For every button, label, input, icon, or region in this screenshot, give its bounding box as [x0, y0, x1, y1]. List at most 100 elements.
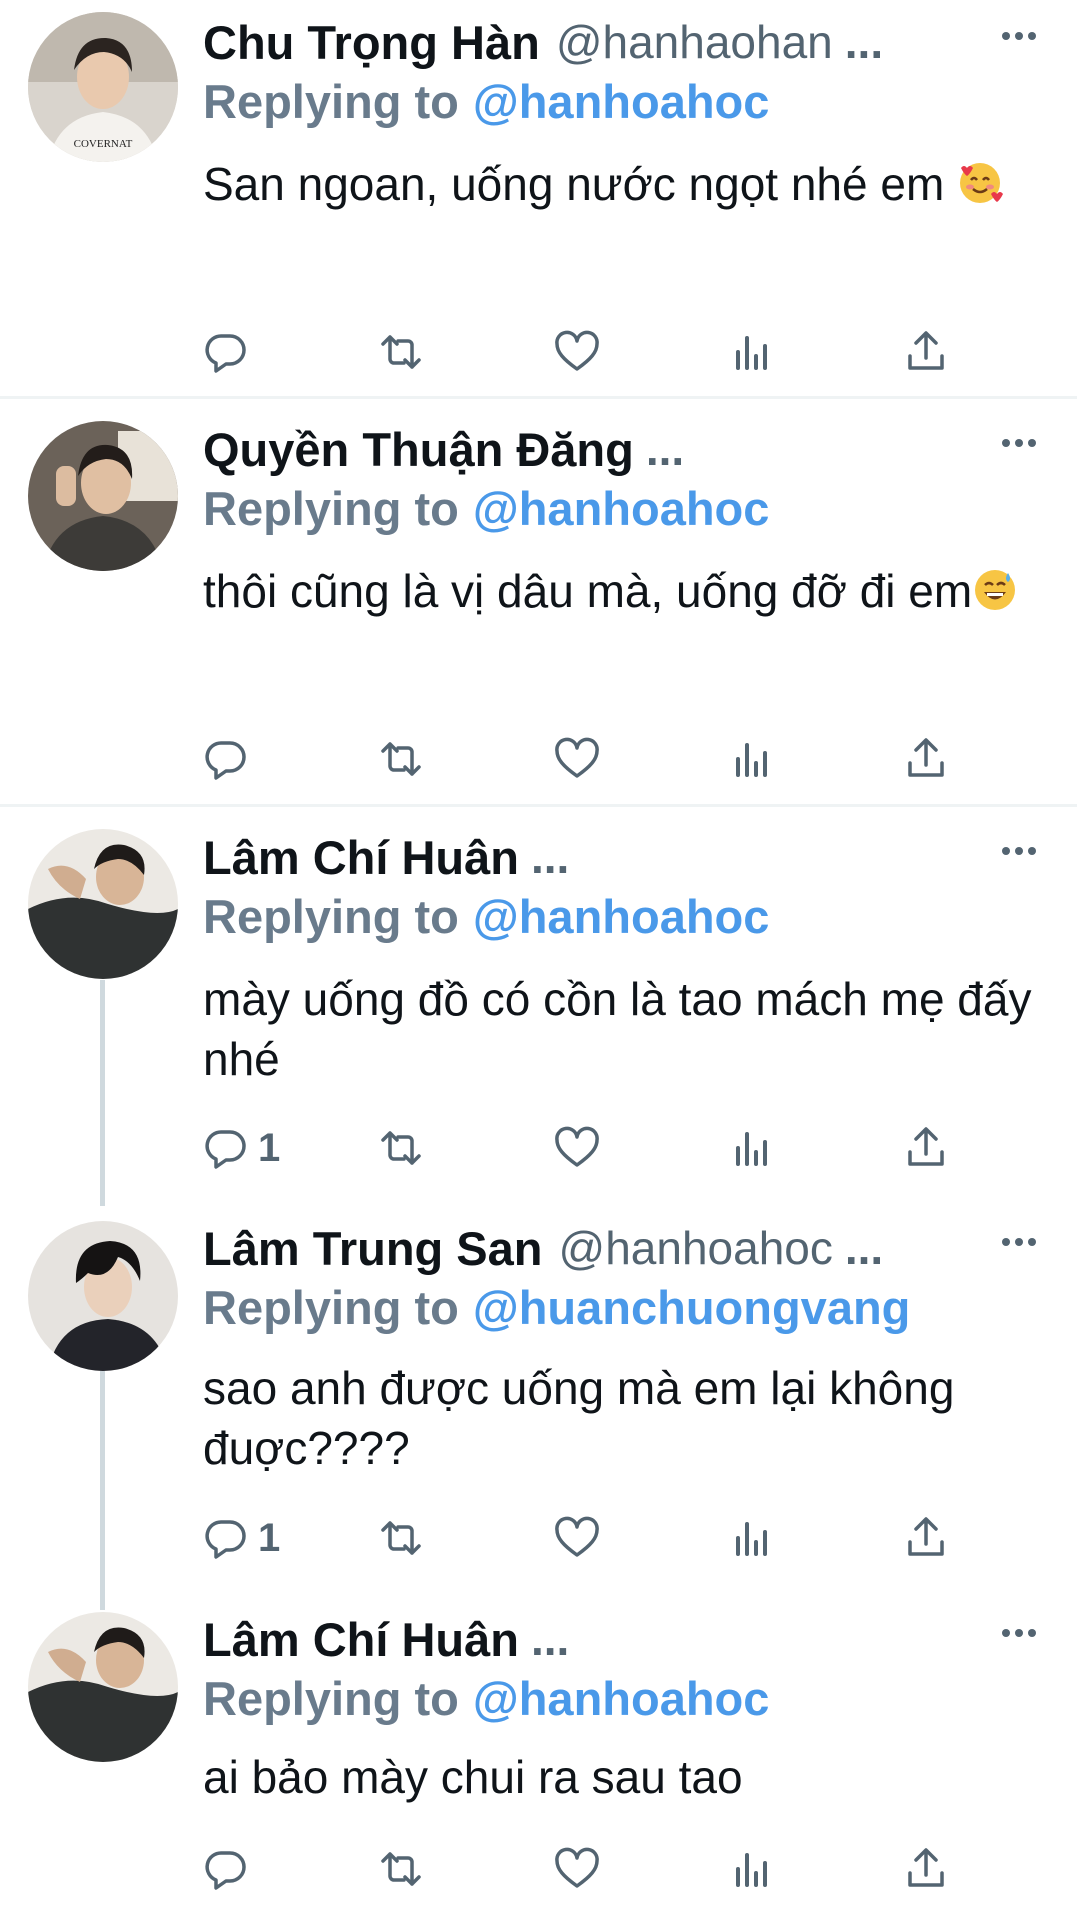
more-icon[interactable]: [999, 831, 1039, 871]
display-name[interactable]: Quyền Thuận Đăng: [203, 422, 634, 477]
reply-button[interactable]: [202, 322, 258, 382]
truncation-ellipsis: ...: [645, 423, 685, 475]
retweet-button[interactable]: [377, 729, 425, 789]
svg-text:COVERNAT: COVERNAT: [74, 138, 133, 150]
retweet-icon: [381, 1521, 421, 1555]
replying-to-label: Replying to: [203, 75, 459, 128]
replying-to: Replying to @hanhoahoc: [203, 889, 769, 944]
retweet-button[interactable]: [377, 322, 425, 382]
replying-to-label: Replying to: [203, 1672, 459, 1725]
reply-icon: [205, 1130, 246, 1169]
action-bar: 1: [0, 1118, 1077, 1178]
share-button[interactable]: [902, 1839, 950, 1899]
replying-to-label: Replying to: [203, 1281, 459, 1334]
heart-icon: [555, 1126, 599, 1167]
like-button[interactable]: [553, 322, 601, 382]
replying-to: Replying to @hanhoahoc: [203, 74, 769, 129]
divider: [0, 396, 1077, 399]
reply-handle-link[interactable]: @hanhoahoc: [473, 1672, 770, 1725]
share-button[interactable]: [902, 1118, 950, 1178]
tweet-text-content: mày uống đồ có cồn là tao mách mẹ đấy nh…: [203, 973, 1032, 1085]
avatar[interactable]: [28, 1612, 178, 1762]
views-button[interactable]: [728, 1508, 776, 1568]
retweet-icon: [381, 335, 421, 369]
grinning-face-with-sweat-emoji: [975, 570, 1016, 610]
avatar[interactable]: COVERNAT: [28, 12, 178, 162]
tweet-text: mày uống đồ có cồn là tao mách mẹ đấy nh…: [203, 969, 1037, 1089]
truncation-ellipsis: ...: [844, 1222, 884, 1274]
share-button[interactable]: [902, 729, 950, 789]
action-bar: 1: [0, 1508, 1077, 1568]
display-name[interactable]: Lâm Chí Huân: [203, 830, 519, 885]
views-icon: [736, 1853, 767, 1887]
smiling-face-with-hearts-emoji: [960, 163, 1004, 203]
avatar[interactable]: [28, 1221, 178, 1371]
reply-icon: [205, 1520, 246, 1559]
reply-handle-link[interactable]: @hanhoahoc: [473, 890, 770, 943]
reply-icon: [205, 1851, 246, 1890]
views-button[interactable]: [728, 322, 776, 382]
reply-button[interactable]: 1: [202, 1118, 280, 1178]
avatar[interactable]: [28, 829, 178, 979]
tweet-text-content: sao anh được uống mà em lại không đuợc??…: [203, 1362, 955, 1474]
retweet-icon: [381, 1852, 421, 1886]
reply-button[interactable]: [202, 1839, 258, 1899]
reply-count: 1: [258, 1515, 281, 1560]
tweet-text: thôi cũng là vị dâu mà, uống đỡ đi em: [203, 553, 1037, 629]
like-button[interactable]: [553, 729, 601, 789]
avatar[interactable]: [28, 421, 178, 571]
display-name[interactable]: Chu Trọng Hàn: [203, 15, 540, 70]
divider: [0, 804, 1077, 807]
share-button[interactable]: [902, 1508, 950, 1568]
views-icon: [736, 336, 767, 370]
tweet-text: San ngoan, uống nước ngọt nhé em: [203, 146, 1037, 222]
reply-icon: [205, 741, 246, 780]
retweet-button[interactable]: [377, 1508, 425, 1568]
reply-handle-link[interactable]: @huanchuongvang: [473, 1281, 910, 1334]
replying-to: Replying to @huanchuongvang: [203, 1280, 910, 1335]
user-handle[interactable]: @hanhaohan: [556, 15, 833, 69]
action-bar: [0, 729, 1077, 789]
truncation-ellipsis: ...: [530, 1613, 570, 1665]
tweet[interactable]: COVERNAT Chu Trọng Hàn @hanhaohan ... Re…: [0, 0, 1077, 400]
share-icon: [908, 738, 944, 777]
like-button[interactable]: [553, 1508, 601, 1568]
more-icon[interactable]: [999, 423, 1039, 463]
tweet-text: sao anh được uống mà em lại không đuợc??…: [203, 1358, 1037, 1478]
views-icon: [736, 1522, 767, 1556]
heart-icon: [555, 1847, 599, 1888]
views-button[interactable]: [728, 1839, 776, 1899]
reply-button[interactable]: 1: [202, 1508, 280, 1568]
reply-button[interactable]: [202, 729, 258, 789]
tweet[interactable]: Lâm Trung San @hanhoahoc ... Replying to…: [0, 1206, 1077, 1596]
like-button[interactable]: [553, 1839, 601, 1899]
replying-to-label: Replying to: [203, 890, 459, 943]
more-icon[interactable]: [999, 16, 1039, 56]
tweet-text: ai bảo mày chui ra sau tao: [203, 1747, 1037, 1807]
like-button[interactable]: [553, 1118, 601, 1178]
more-icon[interactable]: [999, 1613, 1039, 1653]
tweet[interactable]: Lâm Chí Huân ... Replying to @hanhoahoc a…: [0, 1597, 1077, 1920]
views-button[interactable]: [728, 1118, 776, 1178]
truncation-ellipsis: ...: [844, 16, 884, 68]
action-bar: [0, 1839, 1077, 1899]
user-handle[interactable]: @hanhoahoc: [559, 1221, 833, 1275]
tweet[interactable]: Quyền Thuận Đăng ... Replying to @hanhoah…: [0, 407, 1077, 807]
reply-icon: [205, 334, 246, 373]
tweet-text-content: ai bảo mày chui ra sau tao: [203, 1751, 743, 1803]
display-name[interactable]: Lâm Chí Huân: [203, 1612, 519, 1667]
heart-icon: [555, 1516, 599, 1557]
share-icon: [908, 1848, 944, 1887]
share-button[interactable]: [902, 322, 950, 382]
retweet-button[interactable]: [377, 1839, 425, 1899]
tweet[interactable]: Lâm Chí Huân ... Replying to @hanhoahoc m…: [0, 815, 1077, 1205]
more-icon[interactable]: [999, 1222, 1039, 1262]
views-button[interactable]: [728, 729, 776, 789]
retweet-button[interactable]: [377, 1118, 425, 1178]
share-icon: [908, 331, 944, 370]
reply-handle-link[interactable]: @hanhoahoc: [473, 75, 770, 128]
display-name[interactable]: Lâm Trung San: [203, 1221, 543, 1276]
share-icon: [908, 1517, 944, 1556]
reply-handle-link[interactable]: @hanhoahoc: [473, 482, 770, 535]
heart-icon: [555, 737, 599, 778]
